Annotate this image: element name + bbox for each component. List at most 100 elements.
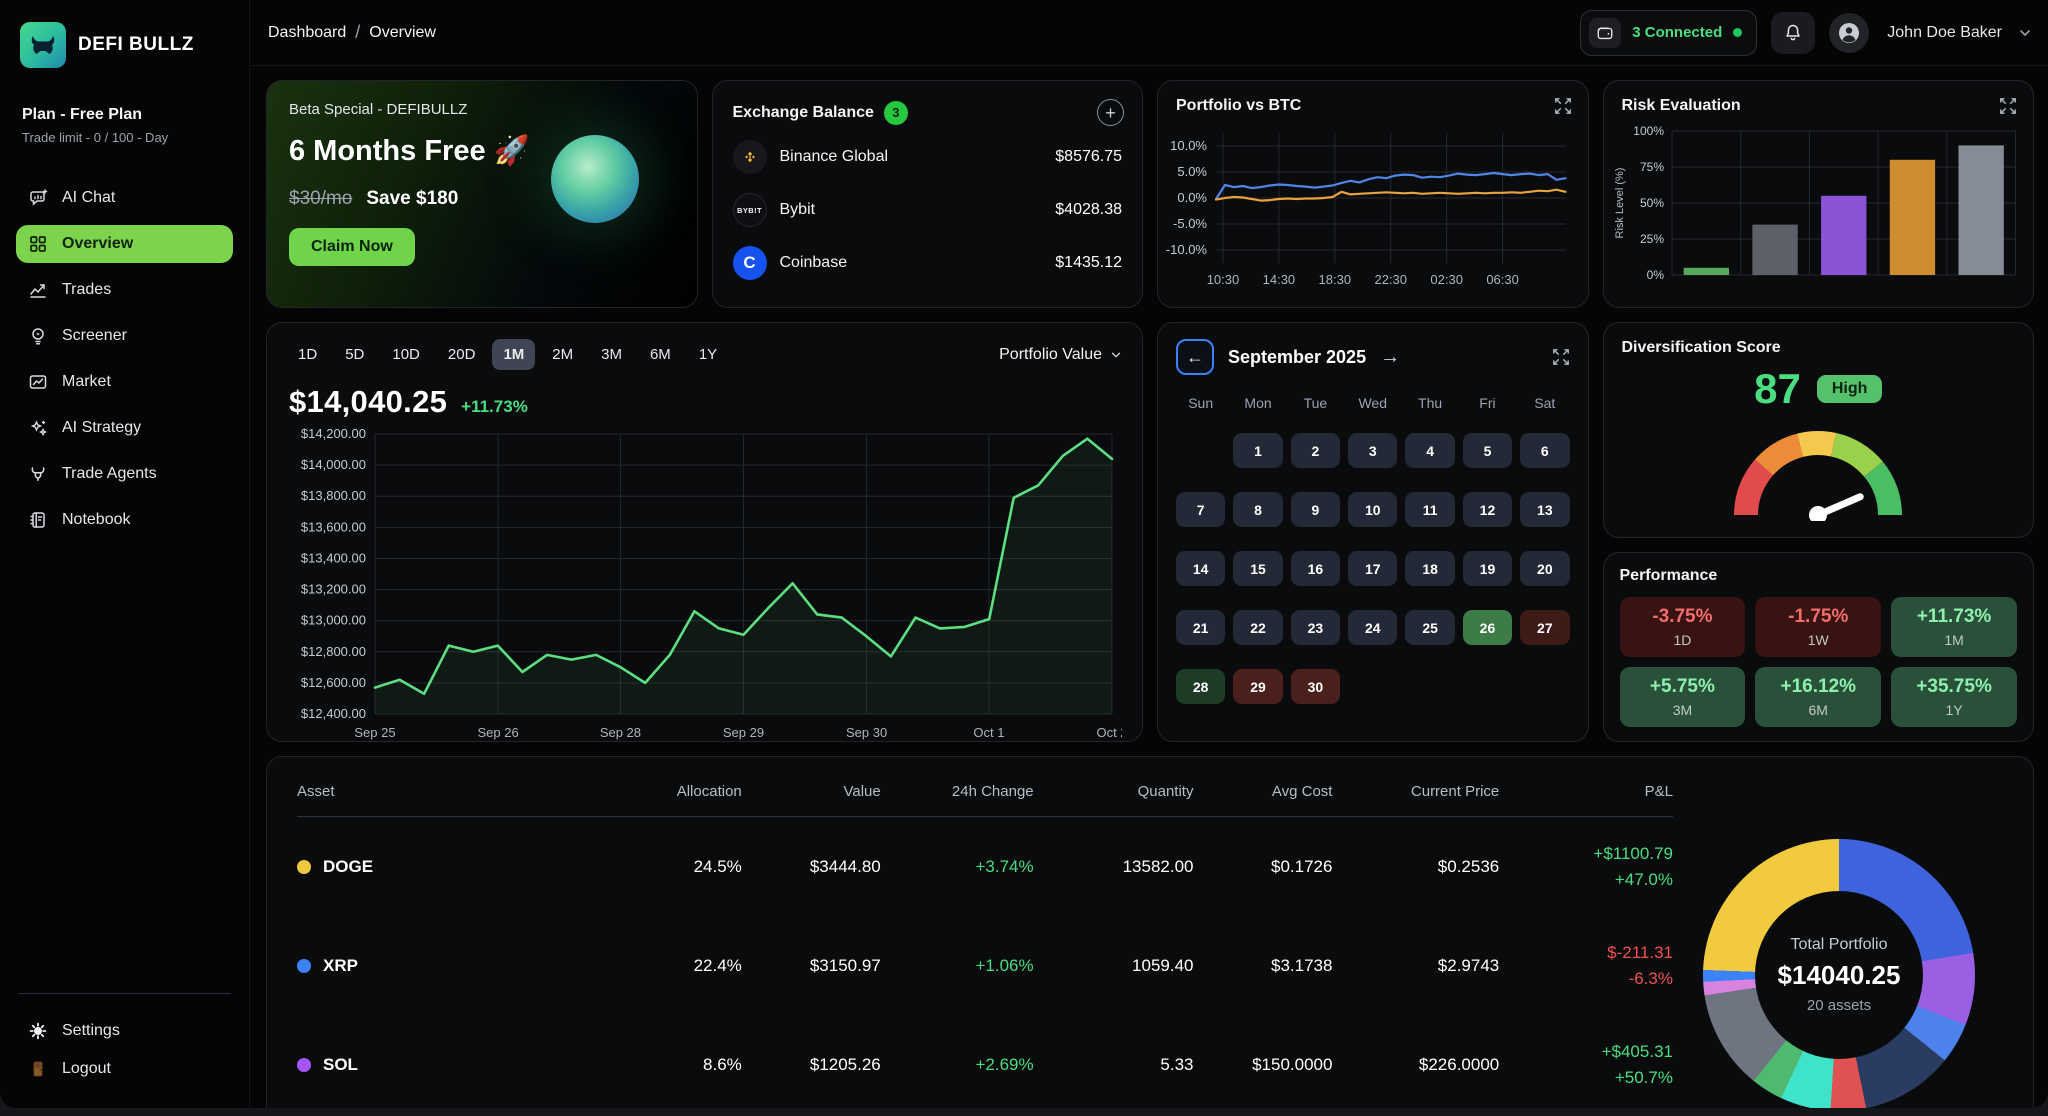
- add-exchange-button[interactable]: +: [1097, 99, 1124, 126]
- diversification-title: Diversification Score: [1622, 339, 2016, 357]
- range-button-1y[interactable]: 1Y: [688, 339, 728, 370]
- svg-text:-10.0%: -10.0%: [1166, 242, 1208, 257]
- sidebar-item-ai-chat[interactable]: AI Chat: [16, 179, 233, 217]
- calendar-day-23[interactable]: 23: [1291, 610, 1340, 645]
- sidebar-item-notebook[interactable]: Notebook: [16, 501, 233, 539]
- table-row-doge[interactable]: DOGE24.5%$3444.80+3.74%13582.00$0.1726$0…: [297, 817, 1673, 916]
- calendar-prev-button[interactable]: ←: [1176, 339, 1214, 375]
- calendar-day-25[interactable]: 25: [1405, 610, 1454, 645]
- cell-value: $3150.97: [742, 956, 881, 976]
- sidebar-item-market[interactable]: Market: [16, 363, 233, 401]
- range-button-10d[interactable]: 10D: [381, 339, 431, 370]
- assets-table: AssetAllocationValue24h ChangeQuantityAv…: [297, 783, 1673, 1108]
- range-button-2m[interactable]: 2M: [541, 339, 584, 370]
- calendar-day-4[interactable]: 4: [1405, 433, 1454, 468]
- calendar-day-26[interactable]: 26: [1463, 610, 1512, 645]
- sidebar-item-trade-agents[interactable]: Trade Agents: [16, 455, 233, 493]
- cell-allocation: 22.4%: [589, 956, 742, 976]
- user-menu-chevron-down-icon[interactable]: [2018, 26, 2032, 40]
- calendar-day-24[interactable]: 24: [1348, 610, 1397, 645]
- sidebar-item-overview[interactable]: Overview: [16, 225, 233, 263]
- calendar-day-6[interactable]: 6: [1520, 433, 1569, 468]
- claim-now-button[interactable]: Claim Now: [289, 228, 415, 266]
- table-row-sol[interactable]: SOL8.6%$1205.26+2.69%5.33$150.0000$226.0…: [297, 1015, 1673, 1108]
- promo-sphere-graphic: [551, 135, 639, 223]
- calendar-day-16[interactable]: 16: [1291, 551, 1340, 586]
- svg-text:100%: 100%: [1633, 124, 1664, 138]
- sidebar-footer: Settings Logout: [16, 993, 233, 1088]
- table-row-xrp[interactable]: XRP22.4%$3150.97+1.06%1059.40$3.1738$2.9…: [297, 916, 1673, 1015]
- plan-info: Plan - Free Plan Trade limit - 0 / 100 -…: [22, 106, 227, 145]
- diversification-badge: High: [1817, 375, 1883, 403]
- donut-center-title: Total Portfolio: [1791, 936, 1888, 954]
- calendar-next-button[interactable]: →: [1380, 346, 1400, 369]
- cell-change: +3.74%: [881, 857, 1034, 877]
- range-button-3m[interactable]: 3M: [590, 339, 633, 370]
- connected-wallets-button[interactable]: 3 Connected: [1580, 10, 1757, 56]
- cell-allocation: 8.6%: [589, 1055, 742, 1075]
- sidebar-item-logout[interactable]: Logout: [16, 1050, 233, 1088]
- calendar-day-27[interactable]: 27: [1520, 610, 1569, 645]
- svg-text:$13,600.00: $13,600.00: [301, 519, 366, 534]
- svg-text:Sep 28: Sep 28: [600, 725, 641, 740]
- calendar-day-12[interactable]: 12: [1463, 492, 1512, 527]
- exchange-row-binance[interactable]: Binance Global $8576.75: [733, 140, 1123, 174]
- table-header-p-l: P&L: [1499, 783, 1673, 800]
- exchange-row-coinbase[interactable]: C Coinbase $1435.12: [733, 246, 1123, 280]
- calendar-day-10[interactable]: 10: [1348, 492, 1397, 527]
- cell-quantity: 1059.40: [1034, 956, 1194, 976]
- breadcrumb-section[interactable]: Dashboard: [268, 24, 346, 42]
- notifications-button[interactable]: [1771, 12, 1815, 54]
- calendar-day-22[interactable]: 22: [1233, 610, 1282, 645]
- expand-icon[interactable]: [1552, 348, 1570, 366]
- range-button-1m[interactable]: 1M: [492, 339, 535, 370]
- expand-icon[interactable]: [1554, 97, 1572, 115]
- performance-card: Performance -3.75%1D -1.75%1W +11.73%1M …: [1603, 552, 2035, 742]
- calendar-weekday-header: SunMonTueWedThuFriSat: [1176, 395, 1570, 411]
- assets-table-card: AssetAllocationValue24h ChangeQuantityAv…: [266, 756, 2034, 1108]
- calendar-empty-cell: [1348, 669, 1397, 704]
- calendar-day-1[interactable]: 1: [1233, 433, 1282, 468]
- asset-color-dot: [297, 860, 311, 874]
- metric-dropdown[interactable]: Portfolio Value: [999, 346, 1122, 364]
- calendar-day-19[interactable]: 19: [1463, 551, 1512, 586]
- brand-logo-icon: [20, 22, 66, 68]
- avatar[interactable]: [1829, 13, 1869, 53]
- sidebar-item-label: Overview: [62, 235, 133, 253]
- exchange-row-bybit[interactable]: BYB!T Bybit $4028.38: [733, 193, 1123, 227]
- expand-icon[interactable]: [1999, 97, 2017, 115]
- range-button-20d[interactable]: 20D: [437, 339, 487, 370]
- range-button-6m[interactable]: 6M: [639, 339, 682, 370]
- calendar-day-17[interactable]: 17: [1348, 551, 1397, 586]
- calendar-day-2[interactable]: 2: [1291, 433, 1340, 468]
- calendar-day-7[interactable]: 7: [1176, 492, 1225, 527]
- plan-trade-limit: Trade limit - 0 / 100 - Day: [22, 130, 227, 145]
- calendar-day-8[interactable]: 8: [1233, 492, 1282, 527]
- donut-center-value: $14040.25: [1778, 960, 1901, 991]
- calendar-day-13[interactable]: 13: [1520, 492, 1569, 527]
- cell-current_price: $2.9743: [1332, 956, 1499, 976]
- calendar-day-5[interactable]: 5: [1463, 433, 1512, 468]
- brand-name: DEFI BULLZ: [78, 34, 194, 56]
- calendar-day-30[interactable]: 30: [1291, 669, 1340, 704]
- brand[interactable]: DEFI BULLZ: [16, 18, 233, 68]
- calendar-day-18[interactable]: 18: [1405, 551, 1454, 586]
- promo-title: Beta Special - DEFIBULLZ: [289, 101, 675, 118]
- calendar-day-3[interactable]: 3: [1348, 433, 1397, 468]
- calendar-day-20[interactable]: 20: [1520, 551, 1569, 586]
- sidebar-item-settings[interactable]: Settings: [16, 1012, 233, 1050]
- sidebar-item-trades[interactable]: Trades: [16, 271, 233, 309]
- calendar-day-21[interactable]: 21: [1176, 610, 1225, 645]
- svg-text:25%: 25%: [1639, 232, 1663, 246]
- calendar-day-15[interactable]: 15: [1233, 551, 1282, 586]
- calendar-day-11[interactable]: 11: [1405, 492, 1454, 527]
- sidebar-item-screener[interactable]: Screener: [16, 317, 233, 355]
- sidebar-item-ai-strategy[interactable]: AI Strategy: [16, 409, 233, 447]
- calendar-day-28[interactable]: 28: [1176, 669, 1225, 704]
- svg-text:0%: 0%: [1646, 268, 1664, 282]
- calendar-day-29[interactable]: 29: [1233, 669, 1282, 704]
- range-button-1d[interactable]: 1D: [287, 339, 328, 370]
- calendar-day-14[interactable]: 14: [1176, 551, 1225, 586]
- calendar-day-9[interactable]: 9: [1291, 492, 1340, 527]
- range-button-5d[interactable]: 5D: [334, 339, 375, 370]
